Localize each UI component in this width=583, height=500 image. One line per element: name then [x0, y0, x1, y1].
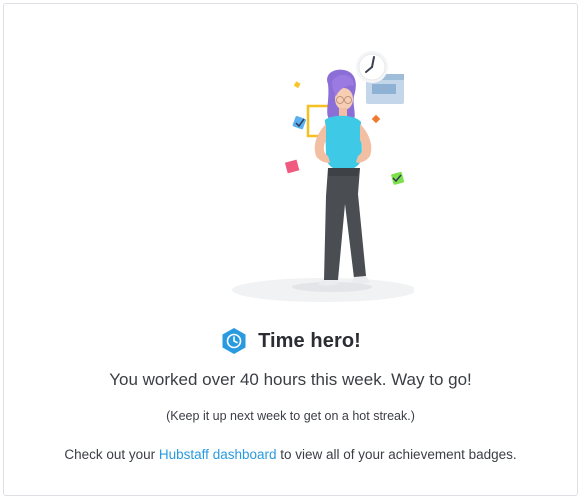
achievement-card: Time hero! You worked over 40 hours this…	[3, 3, 578, 496]
woman-hands-on-hips-illustration	[232, 51, 414, 302]
cta-text-before: Check out your	[64, 447, 159, 462]
achievement-message: You worked over 40 hours this week. Way …	[109, 370, 472, 389]
achievement-title: Time hero!	[258, 329, 361, 352]
dashboard-prompt: Check out your Hubstaff dashboard to vie…	[4, 447, 577, 462]
hubstaff-dashboard-link[interactable]: Hubstaff dashboard	[159, 447, 277, 462]
cta-text-after: to view all of your achievement badges.	[276, 447, 517, 462]
achievement-hint: (Keep it up next week to get on a hot st…	[166, 409, 415, 423]
clock-hexagon-icon	[222, 328, 246, 354]
achievement-header: Time hero!	[4, 327, 577, 355]
clock-icon	[356, 51, 388, 83]
